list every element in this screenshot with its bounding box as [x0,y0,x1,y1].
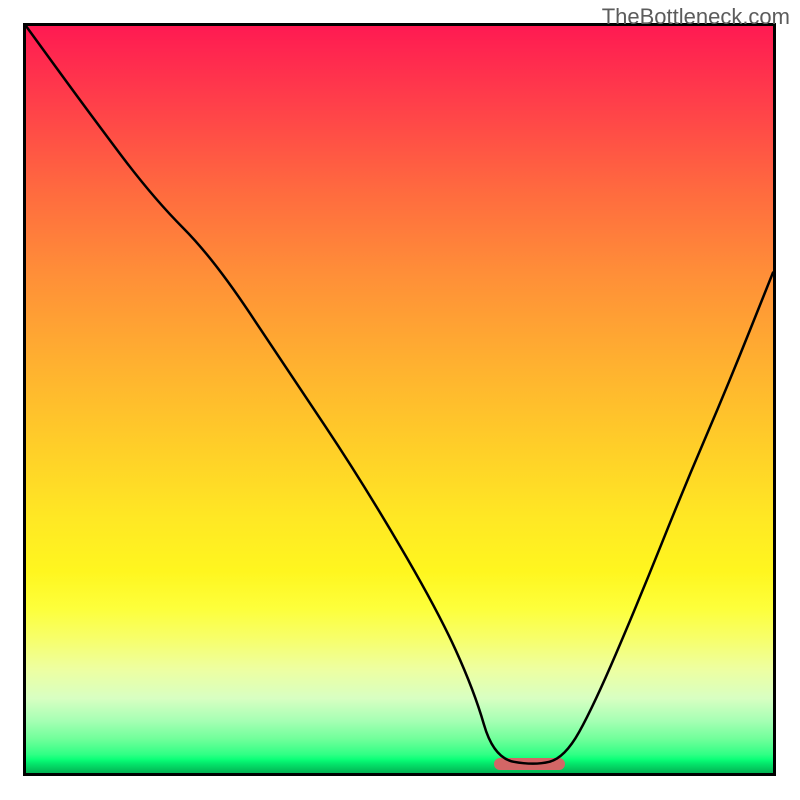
bottleneck-curve [26,26,773,773]
chart-frame [23,23,776,776]
watermark-text: TheBottleneck.com [602,4,790,30]
